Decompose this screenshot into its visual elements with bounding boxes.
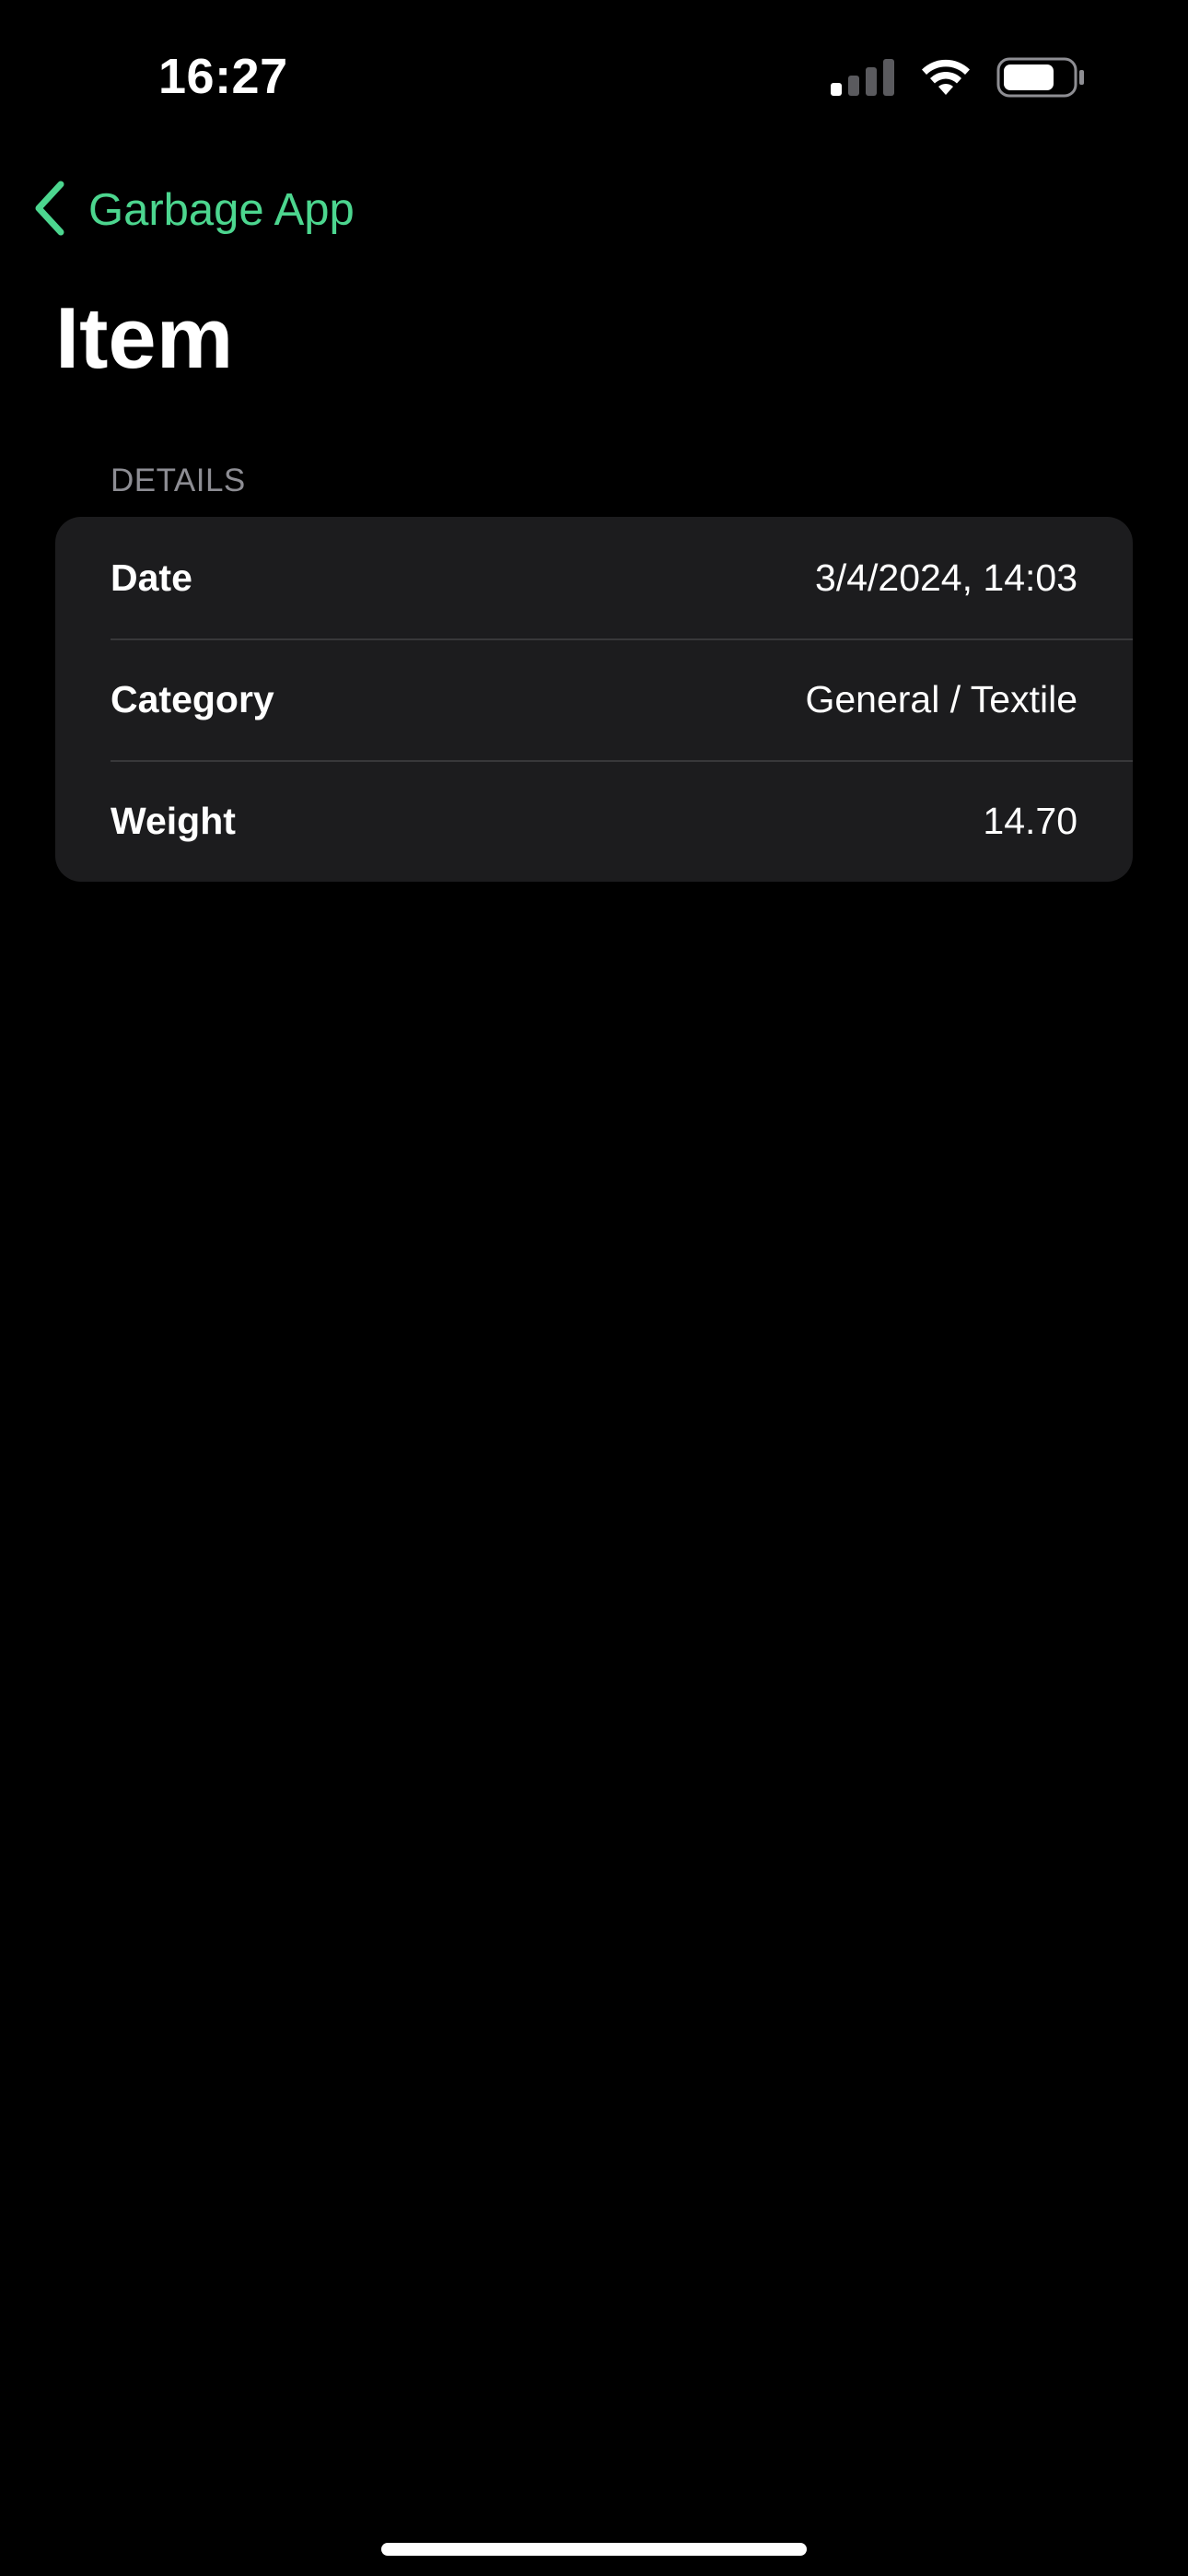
status-bar: 16:27 <box>0 0 1188 157</box>
section-header-details: DETAILS <box>111 463 246 498</box>
wifi-icon <box>919 58 973 101</box>
detail-value-weight: 14.70 <box>983 799 1077 842</box>
detail-label-weight: Weight <box>111 799 236 842</box>
detail-row-date: Date 3/4/2024, 14:03 <box>55 517 1133 638</box>
home-indicator[interactable] <box>381 2543 807 2556</box>
detail-value-date: 3/4/2024, 14:03 <box>815 556 1077 599</box>
detail-row-weight: Weight 14.70 <box>55 760 1133 882</box>
back-button[interactable]: Garbage App <box>33 181 355 240</box>
status-icons <box>831 57 1085 102</box>
page-title: Item <box>55 289 234 386</box>
detail-row-category: Category General / Textile <box>55 638 1133 760</box>
cellular-signal-icon <box>831 59 895 100</box>
back-button-label: Garbage App <box>88 185 355 235</box>
status-time: 16:27 <box>158 49 288 104</box>
details-card: Date 3/4/2024, 14:03 Category General / … <box>55 517 1133 882</box>
detail-value-category: General / Textile <box>805 677 1077 720</box>
chevron-left-icon <box>33 181 66 240</box>
battery-icon <box>996 57 1085 102</box>
detail-label-date: Date <box>111 556 192 599</box>
detail-label-category: Category <box>111 677 274 720</box>
